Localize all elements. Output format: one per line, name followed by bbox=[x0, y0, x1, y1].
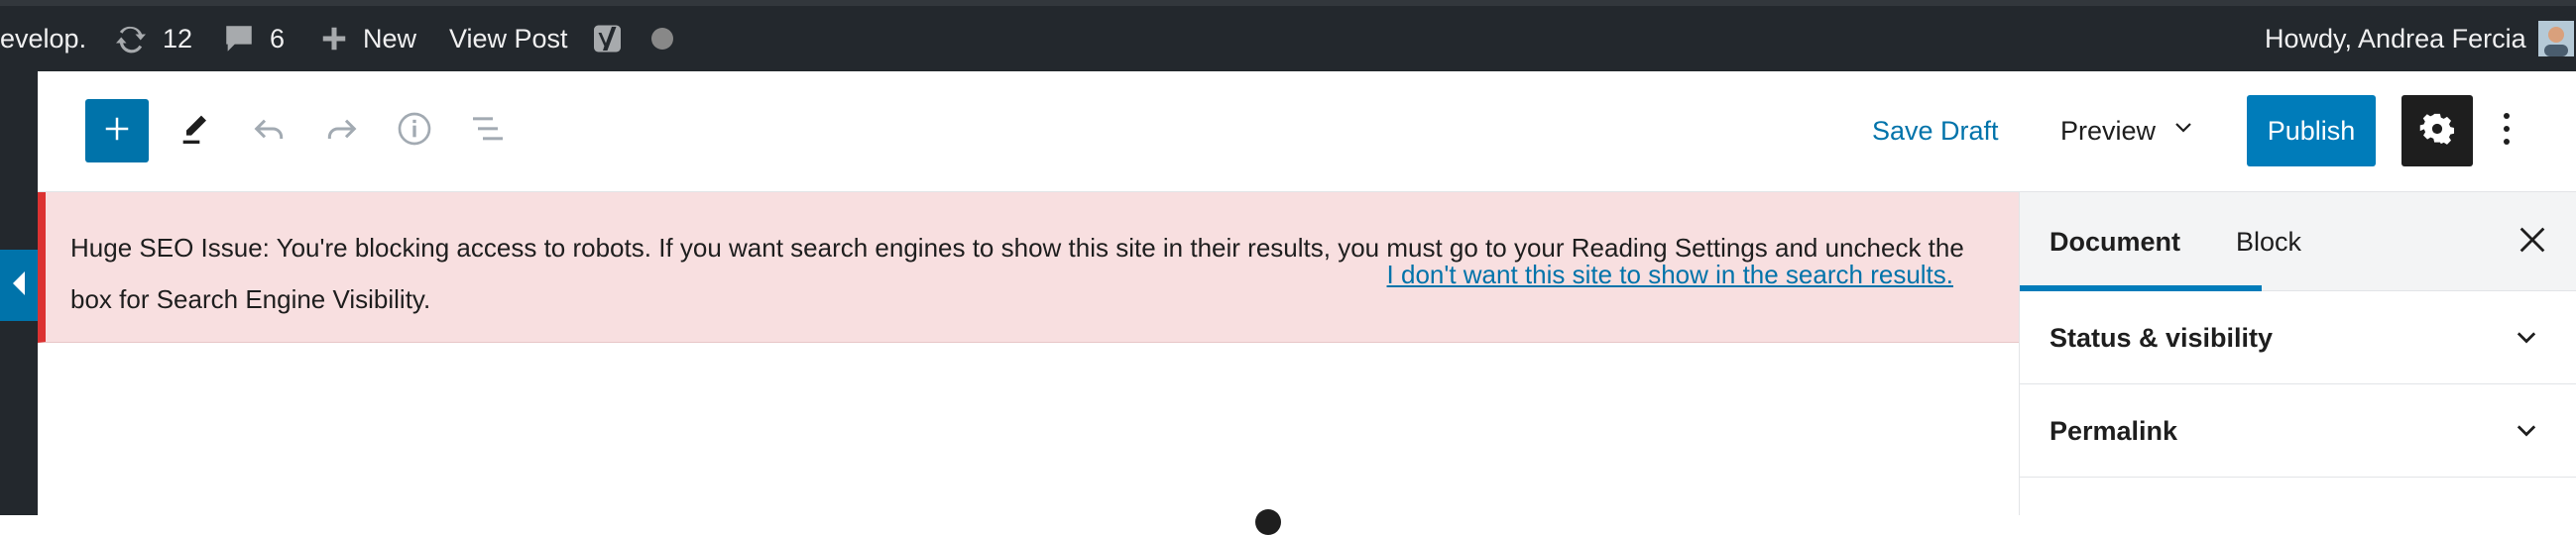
view-post-link[interactable]: View Post bbox=[449, 6, 568, 71]
block-inserter-button[interactable] bbox=[85, 99, 149, 162]
block-appender-dot[interactable] bbox=[1255, 509, 1281, 535]
dismiss-visibility-link[interactable]: I don't want this site to show in the se… bbox=[1387, 260, 1953, 290]
my-account-link[interactable]: Howdy, Andrea Fercia bbox=[2265, 6, 2574, 71]
plus-icon bbox=[102, 114, 132, 149]
content-info-button[interactable] bbox=[391, 107, 438, 155]
admin-bar: evelop. 12 6 New View Post Howdy, Andrea… bbox=[0, 0, 2576, 71]
settings-sidebar: Document Block Status & visibility Perma… bbox=[2019, 192, 2576, 515]
save-draft-label: Save Draft bbox=[1872, 115, 1999, 146]
tab-document-label: Document bbox=[2049, 226, 2181, 257]
status-dot-icon bbox=[650, 27, 674, 51]
list-view-icon bbox=[468, 109, 508, 154]
settings-button[interactable] bbox=[2401, 95, 2473, 166]
howdy-greeting: Howdy, Andrea Fercia bbox=[2265, 23, 2526, 54]
site-name: evelop. bbox=[0, 23, 87, 54]
close-icon bbox=[2516, 223, 2549, 262]
collapse-menu-tab[interactable] bbox=[0, 250, 38, 321]
admin-menu-strip bbox=[0, 71, 38, 515]
comments-link[interactable]: 6 bbox=[222, 6, 285, 71]
undo-icon bbox=[250, 109, 290, 154]
more-vertical-icon bbox=[2502, 112, 2512, 151]
updates-count: 12 bbox=[163, 23, 193, 54]
more-tools-button[interactable] bbox=[2487, 95, 2526, 166]
preview-button[interactable]: Preview bbox=[2060, 99, 2195, 162]
new-label: New bbox=[363, 23, 417, 54]
tab-block[interactable]: Block bbox=[2236, 192, 2301, 291]
preview-label: Preview bbox=[2060, 115, 2157, 146]
comments-icon bbox=[222, 22, 256, 55]
new-content-link[interactable]: New bbox=[319, 6, 416, 71]
yoast-icon bbox=[591, 20, 627, 57]
sidebar-tabs: Document Block bbox=[2020, 192, 2576, 291]
view-post-label: View Post bbox=[449, 23, 568, 54]
seo-error-notice: Huge SEO Issue: You're blocking access t… bbox=[38, 192, 2019, 343]
updates-link[interactable]: 12 bbox=[113, 6, 192, 71]
panel-status-visibility-title: Status & visibility bbox=[2049, 322, 2274, 353]
publish-button[interactable]: Publish bbox=[2247, 95, 2376, 166]
redo-icon bbox=[321, 109, 361, 154]
close-sidebar-button[interactable] bbox=[2509, 218, 2556, 266]
block-navigation-button[interactable] bbox=[464, 107, 512, 155]
caret-left-icon bbox=[9, 269, 29, 302]
panel-permalink[interactable]: Permalink bbox=[2020, 384, 2576, 478]
edit-tools-button[interactable] bbox=[173, 107, 220, 155]
chevron-down-icon bbox=[2513, 417, 2540, 445]
pencil-icon bbox=[176, 109, 216, 154]
publish-label: Publish bbox=[2267, 115, 2356, 146]
save-draft-button[interactable]: Save Draft bbox=[1872, 99, 1999, 162]
info-icon bbox=[395, 109, 434, 154]
tab-document[interactable]: Document bbox=[2049, 192, 2180, 291]
undo-button[interactable] bbox=[246, 107, 293, 155]
chevron-down-icon bbox=[2513, 324, 2540, 352]
panel-permalink-title: Permalink bbox=[2049, 415, 2178, 446]
editor-canvas[interactable] bbox=[38, 343, 2019, 535]
yoast-menu[interactable] bbox=[591, 6, 627, 71]
editor-toolbar: Save Draft Preview Publish bbox=[38, 71, 2576, 192]
plus-icon bbox=[319, 24, 349, 54]
tab-block-label: Block bbox=[2236, 226, 2302, 257]
gear-icon bbox=[2419, 111, 2455, 152]
chevron-down-icon bbox=[2171, 116, 2195, 147]
avatar bbox=[2537, 21, 2574, 56]
site-name-link[interactable]: evelop. bbox=[0, 6, 86, 71]
panel-status-visibility[interactable]: Status & visibility bbox=[2020, 291, 2576, 384]
updates-icon bbox=[113, 21, 149, 56]
redo-button[interactable] bbox=[317, 107, 365, 155]
status-dot[interactable] bbox=[650, 6, 674, 71]
comments-count: 6 bbox=[270, 23, 286, 54]
